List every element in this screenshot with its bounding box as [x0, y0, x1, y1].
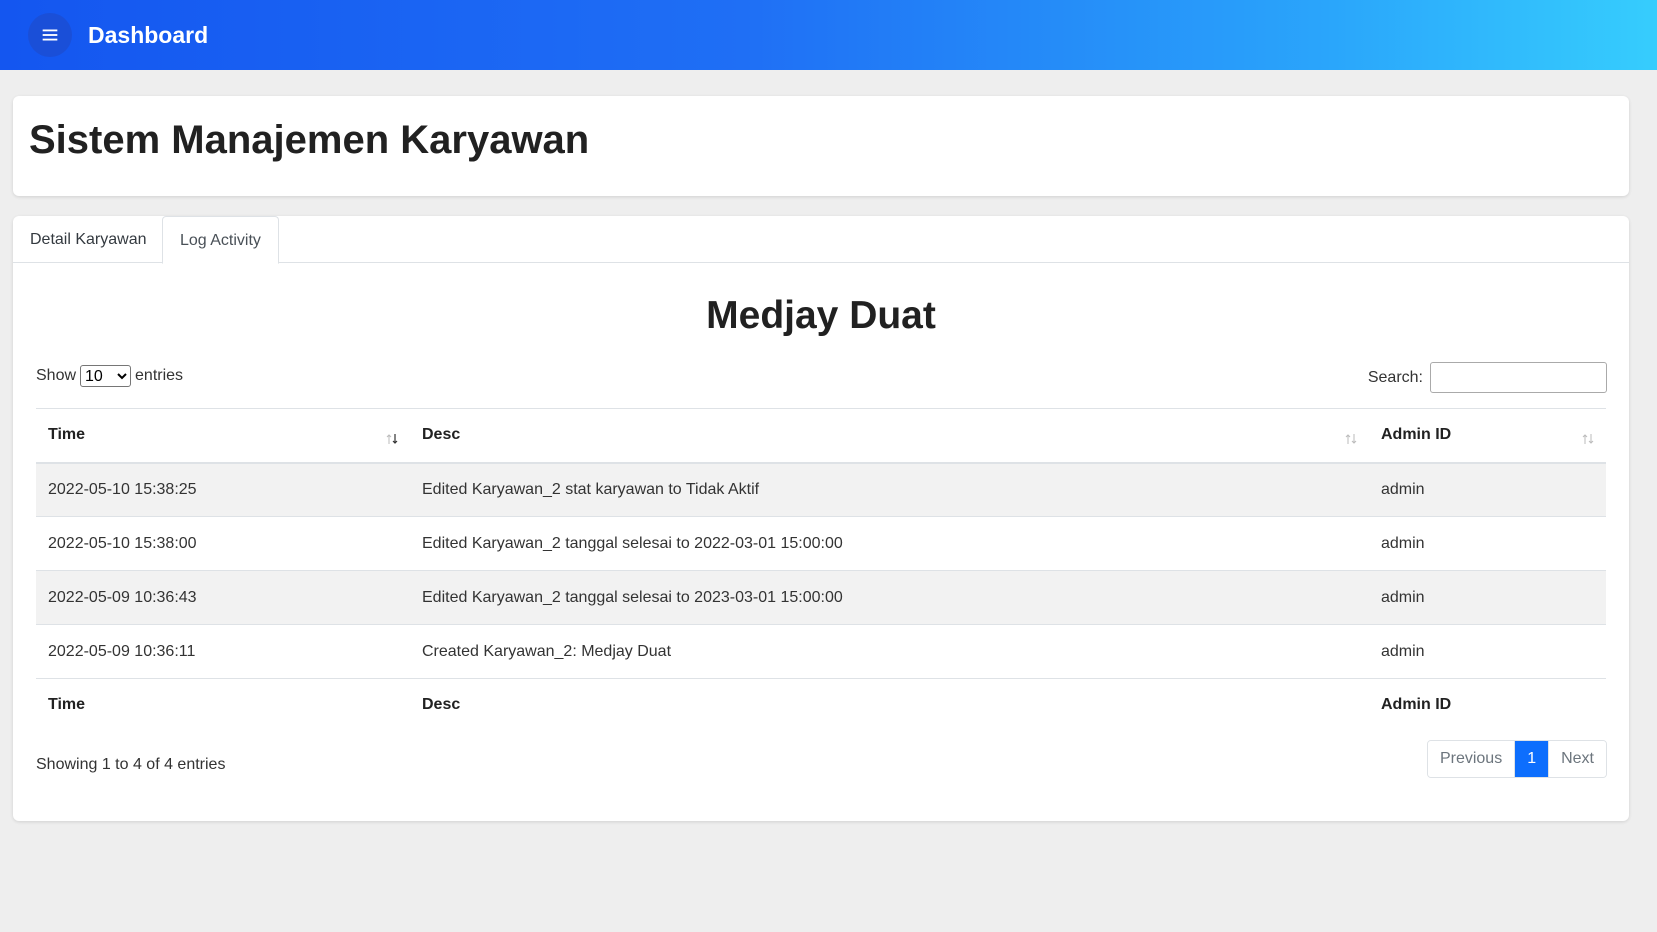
table-row: 2022-05-10 15:38:00 Edited Karyawan_2 ta… — [36, 517, 1606, 571]
cell-desc: Created Karyawan_2: Medjay Duat — [422, 642, 672, 660]
show-label: Show — [36, 367, 77, 384]
cell-admin-id: admin — [1381, 588, 1425, 606]
table-row: 2022-05-09 10:36:43 Edited Karyawan_2 ta… — [36, 570, 1606, 625]
column-header-desc[interactable]: Desc — [410, 409, 1369, 463]
footer-header-desc: Desc — [422, 695, 461, 713]
previous-page-button[interactable]: Previous — [1427, 741, 1516, 777]
search-input[interactable] — [1430, 362, 1607, 393]
tab-detail-karyawan[interactable]: Detail Karyawan — [13, 216, 164, 263]
top-app-bar: Dashboard — [0, 0, 1657, 70]
cell-time: 2022-05-10 15:38:25 — [48, 480, 197, 498]
cell-desc: Edited Karyawan_2 tanggal selesai to 202… — [422, 588, 843, 606]
hamburger-menu-icon — [42, 29, 58, 41]
column-header-admin-id-label: Admin ID — [1381, 426, 1452, 444]
content-card: Detail Karyawan Log Activity Medjay Duat… — [13, 216, 1629, 821]
table-info: Showing 1 to 4 of 4 entries — [36, 756, 226, 773]
footer-header-time: Time — [48, 695, 86, 713]
column-header-time[interactable]: Time — [36, 409, 410, 463]
employee-name-heading: Medjay Duat — [706, 294, 936, 337]
next-page-button[interactable]: Next — [1548, 741, 1606, 777]
entries-length-control: Show 10 entries — [36, 365, 183, 387]
menu-button[interactable] — [28, 13, 72, 57]
tab-bar: Detail Karyawan Log Activity — [13, 216, 1629, 264]
sort-both-icon — [1582, 434, 1594, 444]
page-title: Sistem Manajemen Karyawan — [29, 118, 590, 162]
table-footer-row: Time Desc Admin ID — [36, 679, 1606, 731]
entries-per-page-select[interactable]: 10 — [80, 365, 132, 387]
pagination: Previous 1 Next — [1426, 740, 1607, 778]
footer-header-admin-id: Admin ID — [1381, 695, 1452, 713]
cell-time: 2022-05-09 10:36:43 — [48, 588, 197, 606]
cell-time: 2022-05-09 10:36:11 — [48, 642, 196, 660]
cell-admin-id: admin — [1381, 480, 1425, 498]
column-header-admin-id[interactable]: Admin ID — [1369, 409, 1606, 463]
table-header-row: Time Desc Admin ID — [36, 408, 1606, 463]
tab-log-activity[interactable]: Log Activity — [162, 216, 279, 264]
log-activity-table: Time Desc Admin ID 2022-05-10 15:38:25 E… — [36, 408, 1606, 731]
cell-admin-id: admin — [1381, 642, 1425, 660]
cell-desc: Edited Karyawan_2 stat karyawan to Tidak… — [422, 480, 760, 498]
table-row: 2022-05-09 10:36:11 Created Karyawan_2: … — [36, 625, 1606, 679]
search-label: Search: — [1367, 368, 1423, 386]
entries-label: entries — [135, 367, 184, 384]
page-title-card: Sistem Manajemen Karyawan — [13, 96, 1629, 196]
cell-admin-id: admin — [1381, 534, 1425, 552]
column-header-time-label: Time — [48, 426, 86, 444]
search-control: Search: — [1368, 362, 1607, 393]
cell-desc: Edited Karyawan_2 tanggal selesai to 202… — [422, 534, 843, 552]
app-title: Dashboard — [88, 21, 209, 48]
page-1-button[interactable]: 1 — [1515, 741, 1549, 777]
cell-time: 2022-05-10 15:38:00 — [48, 534, 197, 552]
sort-both-icon — [1345, 434, 1357, 444]
sort-desc-icon — [386, 434, 398, 444]
table-row: 2022-05-10 15:38:25 Edited Karyawan_2 st… — [36, 462, 1606, 517]
column-header-desc-label: Desc — [422, 426, 461, 444]
